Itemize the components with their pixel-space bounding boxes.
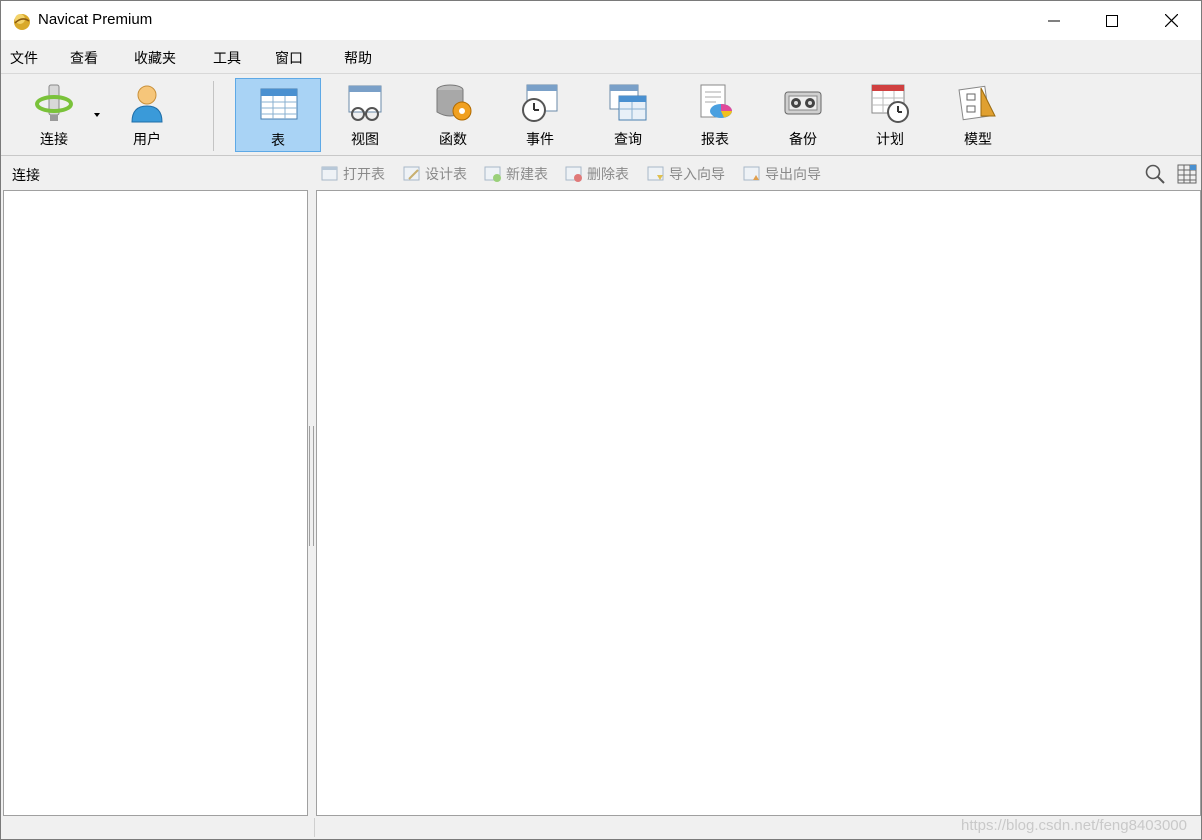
design-table-icon (403, 166, 420, 181)
delete-table-icon (565, 166, 582, 182)
backup-button[interactable]: 备份 (760, 78, 846, 152)
import-wizard-button[interactable]: 导入向导 (647, 164, 725, 184)
table-label: 表 (271, 133, 285, 149)
export-wizard-label: 导出向导 (765, 167, 821, 183)
status-separator (314, 818, 315, 837)
report-label: 报表 (701, 132, 729, 148)
connection-panel-title: 连接 (12, 168, 40, 184)
new-table-label: 新建表 (506, 167, 548, 183)
event-icon (522, 84, 558, 122)
delete-table-button[interactable]: 删除表 (565, 164, 629, 184)
minimize-button[interactable] (1025, 1, 1083, 40)
new-table-button[interactable]: 新建表 (484, 164, 548, 184)
schedule-button[interactable]: 计划 (847, 78, 933, 152)
table-button[interactable]: 表 (235, 78, 321, 152)
connect-label: 连接 (40, 132, 68, 148)
delete-table-label: 删除表 (587, 167, 629, 183)
window-title: Navicat Premium (38, 11, 153, 28)
connect-button[interactable]: 连接 (11, 78, 97, 152)
navicat-logo-icon (14, 14, 30, 30)
schedule-label: 计划 (876, 132, 904, 148)
event-button[interactable]: 事件 (497, 78, 583, 152)
function-label: 函数 (439, 132, 467, 148)
model-button[interactable]: 模型 (935, 78, 1021, 152)
view-icon (348, 85, 382, 121)
connection-tree-panel[interactable] (3, 190, 308, 816)
table-icon (260, 88, 298, 120)
menu-file[interactable]: 文件 (10, 48, 38, 68)
query-button[interactable]: 查询 (585, 78, 671, 152)
event-label: 事件 (526, 132, 554, 148)
menu-window[interactable]: 窗口 (275, 48, 303, 68)
main-toolbar: 连接 用户 表 视图 函数 事件 查询 报表 备份 计划 模型 (1, 75, 1201, 156)
minimize-icon (1048, 20, 1060, 21)
query-icon (609, 84, 647, 121)
connect-dropdown-arrow-icon[interactable] (94, 113, 100, 117)
design-table-button[interactable]: 设计表 (403, 164, 467, 184)
backup-icon (784, 91, 822, 115)
schedule-icon (871, 84, 909, 123)
title-bar: Navicat Premium (1, 1, 1201, 40)
new-table-icon (484, 166, 501, 182)
status-bar: https://blog.csdn.net/feng8403000 (1, 816, 1201, 839)
menu-favorites[interactable]: 收藏夹 (134, 48, 176, 68)
view-label: 视图 (351, 132, 379, 148)
watermark-text: https://blog.csdn.net/feng8403000 (960, 817, 1187, 834)
report-icon (700, 84, 732, 118)
search-icon[interactable] (1144, 163, 1166, 185)
connect-icon (35, 84, 73, 121)
query-label: 查询 (614, 132, 642, 148)
maximize-icon (1106, 14, 1118, 27)
open-table-button[interactable]: 打开表 (321, 164, 385, 184)
close-icon (1164, 14, 1178, 27)
view-button[interactable]: 视图 (322, 78, 408, 152)
import-wizard-icon (647, 166, 664, 181)
user-icon (131, 85, 163, 123)
object-list-panel[interactable] (316, 190, 1201, 816)
close-button[interactable] (1142, 1, 1200, 40)
splitter-handle[interactable] (309, 426, 314, 546)
function-icon (436, 84, 472, 121)
user-label: 用户 (133, 132, 161, 148)
menu-tools[interactable]: 工具 (213, 48, 241, 68)
function-button[interactable]: 函数 (410, 78, 496, 152)
report-button[interactable]: 报表 (672, 78, 758, 152)
grid-view-icon[interactable] (1176, 163, 1198, 185)
model-label: 模型 (964, 132, 992, 148)
export-wizard-button[interactable]: 导出向导 (743, 164, 821, 184)
open-table-label: 打开表 (343, 167, 385, 183)
user-button[interactable]: 用户 (104, 78, 190, 152)
model-icon (958, 85, 996, 121)
object-toolbar: 连接 打开表 设计表 新建表 删除表 导入向导 导出向导 (1, 157, 1201, 190)
open-table-icon (321, 166, 338, 181)
toolbar-separator (213, 81, 214, 151)
app-window: Navicat Premium 文件 查看 收藏夹 工具 窗口 帮助 连接 用户… (0, 0, 1202, 840)
menu-bar: 文件 查看 收藏夹 工具 窗口 帮助 (1, 40, 1201, 74)
menu-help[interactable]: 帮助 (344, 48, 372, 68)
export-wizard-icon (743, 166, 760, 181)
panel-splitter[interactable] (308, 190, 316, 816)
import-wizard-label: 导入向导 (669, 167, 725, 183)
maximize-button[interactable] (1083, 1, 1141, 40)
backup-label: 备份 (789, 132, 817, 148)
menu-view[interactable]: 查看 (70, 48, 98, 68)
design-table-label: 设计表 (425, 167, 467, 183)
